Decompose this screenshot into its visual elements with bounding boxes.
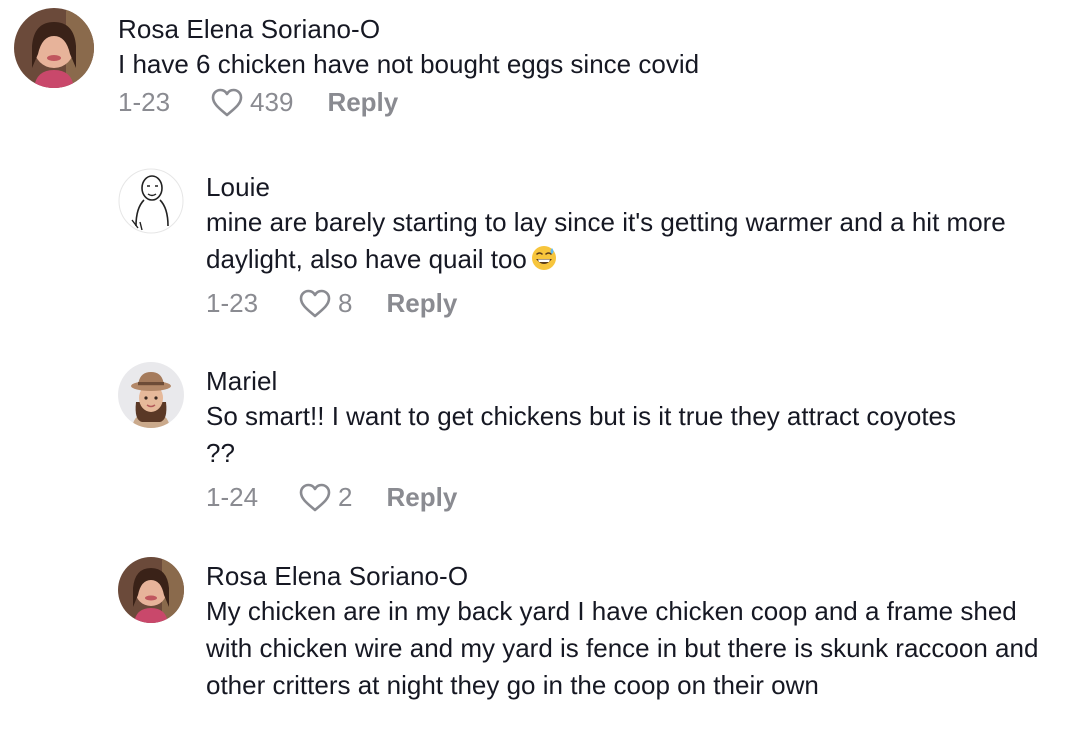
- comment-text: My chicken are in my back yard I have ch…: [206, 596, 1039, 700]
- avatar[interactable]: [118, 168, 184, 234]
- comment-username[interactable]: Rosa Elena Soriano-O: [118, 14, 1064, 44]
- comment-meta: 1-23 439 Reply: [118, 87, 1064, 118]
- comment-body: Mariel So smart!! I want to get chickens…: [206, 362, 1058, 513]
- heart-icon: [299, 483, 331, 511]
- reply-item: Louie mine are barely starting to lay si…: [118, 168, 1058, 319]
- avatar[interactable]: [118, 557, 184, 623]
- like-button[interactable]: 2: [298, 482, 353, 513]
- comment-text-content: mine are barely starting to lay since it…: [206, 207, 1006, 274]
- avatar-sketch-icon: [118, 168, 184, 234]
- reply-item: Rosa Elena Soriano-O My chicken are in m…: [118, 557, 1058, 704]
- comment-body: Louie mine are barely starting to lay si…: [206, 168, 1058, 319]
- like-count: 2: [338, 482, 353, 512]
- comment-date: 1-24: [206, 482, 259, 512]
- comment-text: mine are barely starting to lay since it…: [206, 204, 1058, 278]
- comment-body: Rosa Elena Soriano-O I have 6 chicken ha…: [118, 8, 1064, 118]
- heart-icon: [211, 88, 243, 116]
- reply-button[interactable]: Reply: [387, 288, 458, 319]
- reply-button[interactable]: Reply: [387, 482, 458, 513]
- reply-button[interactable]: Reply: [327, 87, 398, 118]
- comment-date: 1-23: [206, 288, 259, 318]
- avatar-photo-icon: [14, 8, 94, 88]
- avatar-memoji-icon: [118, 362, 184, 428]
- comment-meta: 1-24 2 Reply: [206, 482, 1058, 513]
- grinning-sweat-emoji-icon: [531, 246, 556, 270]
- comment-text: So smart!! I want to get chickens but is…: [206, 401, 957, 468]
- comment-item: Rosa Elena Soriano-O I have 6 chicken ha…: [14, 8, 1064, 118]
- like-button[interactable]: 439: [210, 87, 293, 118]
- like-count: 439: [250, 87, 294, 117]
- comment-username[interactable]: Rosa Elena Soriano-O: [206, 561, 1058, 591]
- comment-body: Rosa Elena Soriano-O My chicken are in m…: [206, 557, 1058, 704]
- avatar[interactable]: [14, 8, 94, 88]
- comment-username[interactable]: Mariel: [206, 366, 1058, 396]
- comment-username[interactable]: Louie: [206, 172, 1058, 202]
- comment-meta: 1-23 8 Reply: [206, 288, 1058, 319]
- heart-icon: [299, 289, 331, 317]
- like-count: 8: [338, 288, 353, 318]
- comment-text: I have 6 chicken have not bought eggs si…: [118, 49, 700, 79]
- reply-item: Mariel So smart!! I want to get chickens…: [118, 362, 1058, 513]
- like-button[interactable]: 8: [298, 288, 353, 319]
- avatar[interactable]: [118, 362, 184, 428]
- comment-date: 1-23: [118, 87, 171, 117]
- avatar-photo-icon: [118, 557, 184, 623]
